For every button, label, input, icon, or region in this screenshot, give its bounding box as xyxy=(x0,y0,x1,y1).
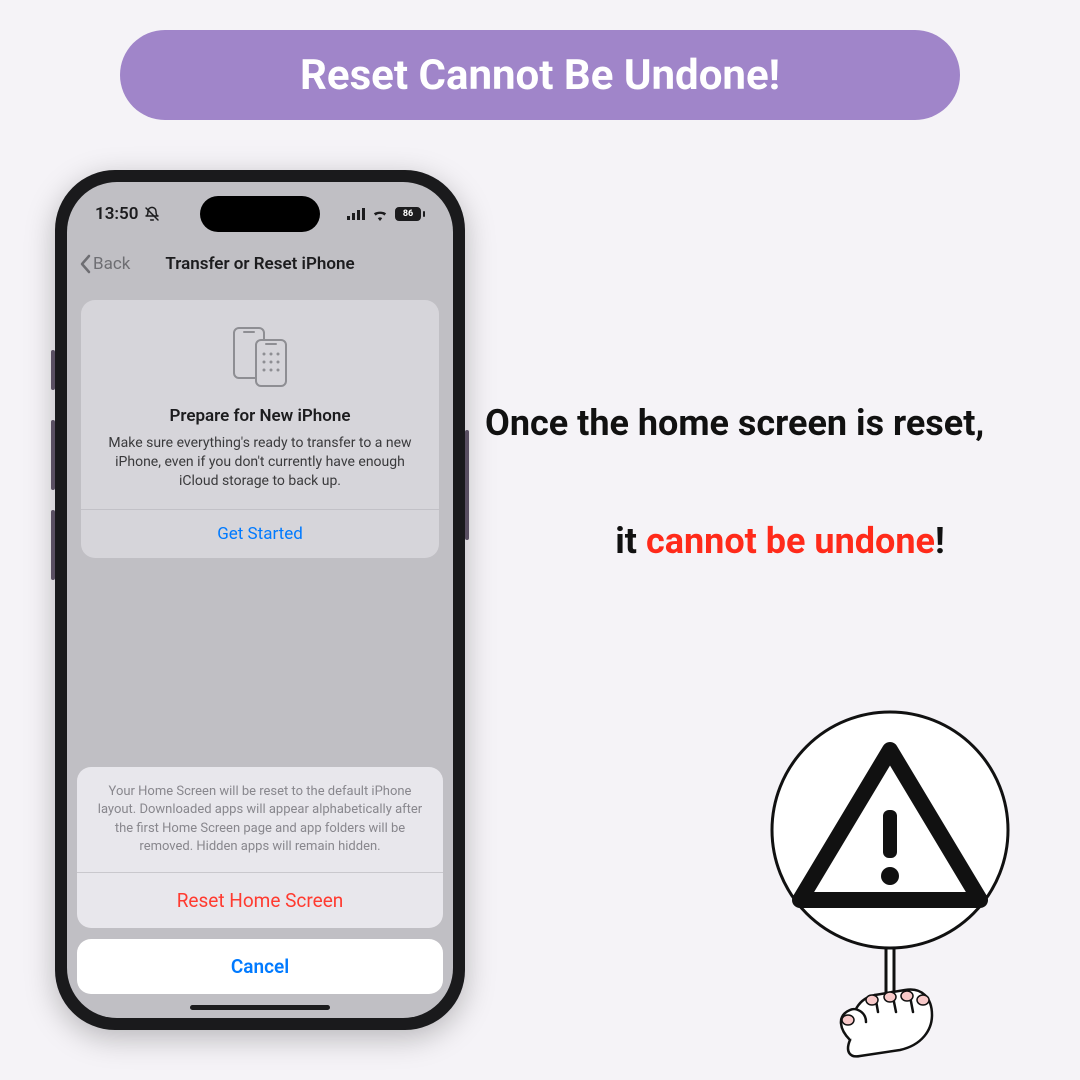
battery-icon: 86 xyxy=(395,207,425,221)
back-label: Back xyxy=(93,254,130,274)
nav-title: Transfer or Reset iPhone xyxy=(165,254,354,274)
action-sheet-message: Your Home Screen will be reset to the de… xyxy=(77,767,443,872)
navigation-bar: Back Transfer or Reset iPhone xyxy=(67,242,453,286)
battery-cap xyxy=(423,211,425,217)
dynamic-island xyxy=(200,196,320,232)
phone-screen: 13:50 xyxy=(67,182,453,1018)
phone-side-button xyxy=(51,350,55,390)
battery-level: 86 xyxy=(395,207,421,221)
card-body: Make sure everything's ready to transfer… xyxy=(95,434,425,509)
action-sheet: Your Home Screen will be reset to the de… xyxy=(77,767,443,928)
chevron-left-icon xyxy=(79,254,91,274)
caption-emphasis: cannot be undone xyxy=(646,520,935,562)
silent-mode-icon xyxy=(144,206,160,222)
phone-side-button xyxy=(51,510,55,580)
cellular-signal-icon xyxy=(347,208,365,220)
home-indicator xyxy=(190,1005,330,1010)
caption-suffix: ! xyxy=(935,520,945,562)
card-title: Prepare for New iPhone xyxy=(95,406,425,426)
caption-prefix: it xyxy=(615,520,646,562)
phone-side-button xyxy=(51,420,55,490)
devices-icon xyxy=(95,324,425,388)
phone-side-button xyxy=(465,430,469,540)
banner: Reset Cannot Be Undone! xyxy=(120,30,960,120)
reset-home-screen-button[interactable]: Reset Home Screen xyxy=(77,873,443,928)
status-time: 13:50 xyxy=(95,204,138,224)
status-right: 86 xyxy=(347,207,425,221)
back-button[interactable]: Back xyxy=(79,254,130,274)
prepare-card: Prepare for New iPhone Make sure everyth… xyxy=(81,300,439,558)
banner-text: Reset Cannot Be Undone! xyxy=(300,51,780,100)
warning-illustration xyxy=(700,700,1020,1060)
caption-line-2: it cannot be undone! xyxy=(500,520,1060,562)
cancel-button[interactable]: Cancel xyxy=(77,939,443,994)
get-started-button[interactable]: Get Started xyxy=(95,510,425,558)
phone-mockup: 13:50 xyxy=(55,170,465,1030)
wifi-icon xyxy=(371,208,389,221)
status-left: 13:50 xyxy=(95,204,160,224)
caption-line-1: Once the home screen is reset, xyxy=(485,400,1055,447)
